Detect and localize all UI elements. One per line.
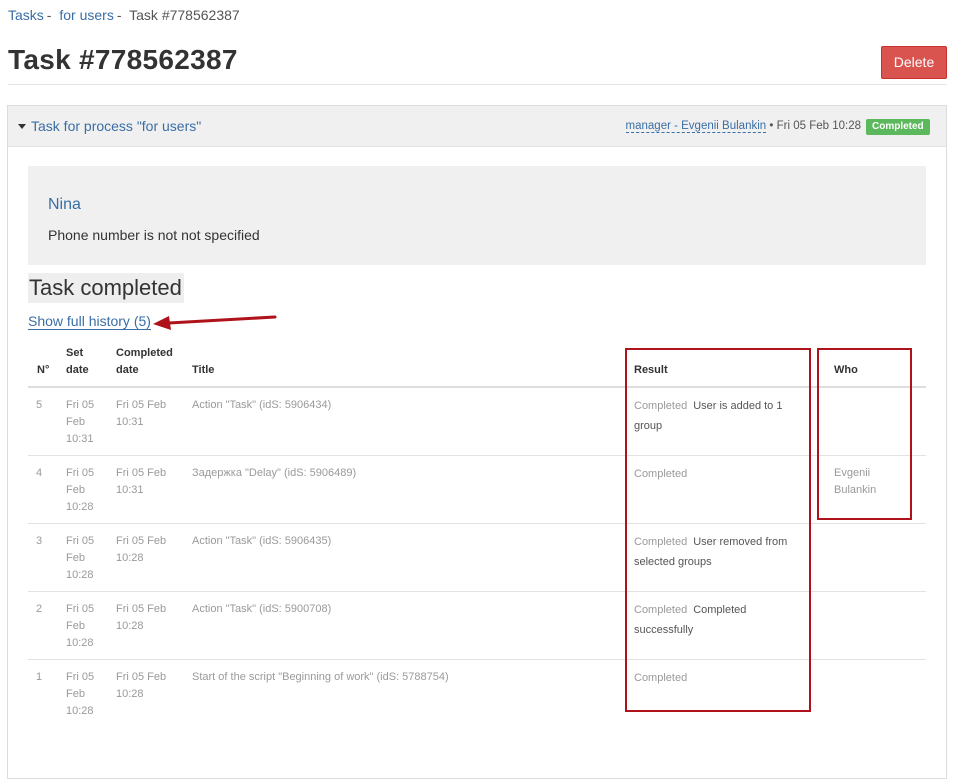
task-status-heading: Task completed bbox=[28, 273, 184, 303]
who-column-highlight bbox=[817, 348, 912, 520]
row-title: Start of the script "Beginning of work" … bbox=[192, 671, 449, 683]
contact-card: Nina Phone number is not not specified bbox=[28, 166, 926, 265]
process-task-link[interactable]: Task for process "for users" bbox=[31, 118, 201, 134]
row-completed-date: Fri 05 Feb 10:31 bbox=[116, 467, 167, 496]
row-title: Action "Task" (idS: 5906434) bbox=[192, 399, 332, 411]
row-title: Action "Task" (idS: 5900708) bbox=[192, 603, 332, 615]
page-title: Task #778562387 bbox=[8, 44, 238, 75]
breadcrumb-link-for-users[interactable]: for users bbox=[59, 7, 113, 23]
breadcrumb-separator: - bbox=[46, 7, 52, 23]
row-num: 1 bbox=[36, 671, 43, 683]
breadcrumb-link-tasks[interactable]: Tasks bbox=[8, 7, 44, 23]
result-column-highlight bbox=[625, 348, 811, 712]
row-num: 3 bbox=[36, 535, 43, 547]
breadcrumb: Tasks - for users - Task #778562387 bbox=[8, 7, 240, 23]
manager-link[interactable]: manager - Evgenii Bulankin bbox=[625, 120, 767, 133]
title-divider bbox=[8, 84, 947, 85]
breadcrumb-current: Task #778562387 bbox=[129, 7, 240, 23]
row-title: Задержка "Delay" (idS: 5906489) bbox=[192, 467, 357, 479]
show-history-link[interactable]: Show full history (5) bbox=[28, 313, 151, 330]
contact-phone: Phone number is not not specified bbox=[48, 227, 260, 243]
row-num: 5 bbox=[36, 399, 43, 411]
contact-name[interactable]: Nina bbox=[48, 196, 81, 214]
row-num: 4 bbox=[36, 467, 43, 479]
row-set-date: Fri 05 Feb 10:31 bbox=[66, 399, 95, 445]
row-completed-date: Fri 05 Feb 10:28 bbox=[116, 603, 167, 632]
row-completed-date: Fri 05 Feb 10:31 bbox=[116, 399, 167, 428]
meta-separator: • bbox=[769, 120, 774, 132]
row-num: 2 bbox=[36, 603, 43, 615]
col-header-title: Title bbox=[192, 364, 215, 376]
arrow-left-icon bbox=[153, 315, 277, 330]
row-set-date: Fri 05 Feb 10:28 bbox=[66, 671, 95, 717]
delete-button[interactable]: Delete bbox=[881, 46, 947, 79]
col-header-set-date: Set date bbox=[66, 347, 89, 376]
row-set-date: Fri 05 Feb 10:28 bbox=[66, 603, 95, 649]
status-badge: Completed bbox=[866, 119, 930, 135]
row-completed-date: Fri 05 Feb 10:28 bbox=[116, 535, 167, 564]
task-panel: Task for process "for users" manager - E… bbox=[7, 105, 947, 779]
row-set-date: Fri 05 Feb 10:28 bbox=[66, 467, 95, 513]
row-title: Action "Task" (idS: 5906435) bbox=[192, 535, 332, 547]
panel-meta: manager - Evgenii Bulankin • Fri 05 Feb … bbox=[625, 120, 861, 133]
col-header-completed-date: Completed date bbox=[116, 347, 173, 376]
row-completed-date: Fri 05 Feb 10:28 bbox=[116, 671, 167, 700]
breadcrumb-separator: - bbox=[116, 7, 122, 23]
caret-down-icon[interactable] bbox=[18, 124, 26, 129]
col-header-num: N° bbox=[37, 364, 50, 376]
task-date: Fri 05 Feb 10:28 bbox=[776, 120, 861, 132]
panel-header: Task for process "for users" manager - E… bbox=[8, 106, 946, 147]
row-set-date: Fri 05 Feb 10:28 bbox=[66, 535, 95, 581]
